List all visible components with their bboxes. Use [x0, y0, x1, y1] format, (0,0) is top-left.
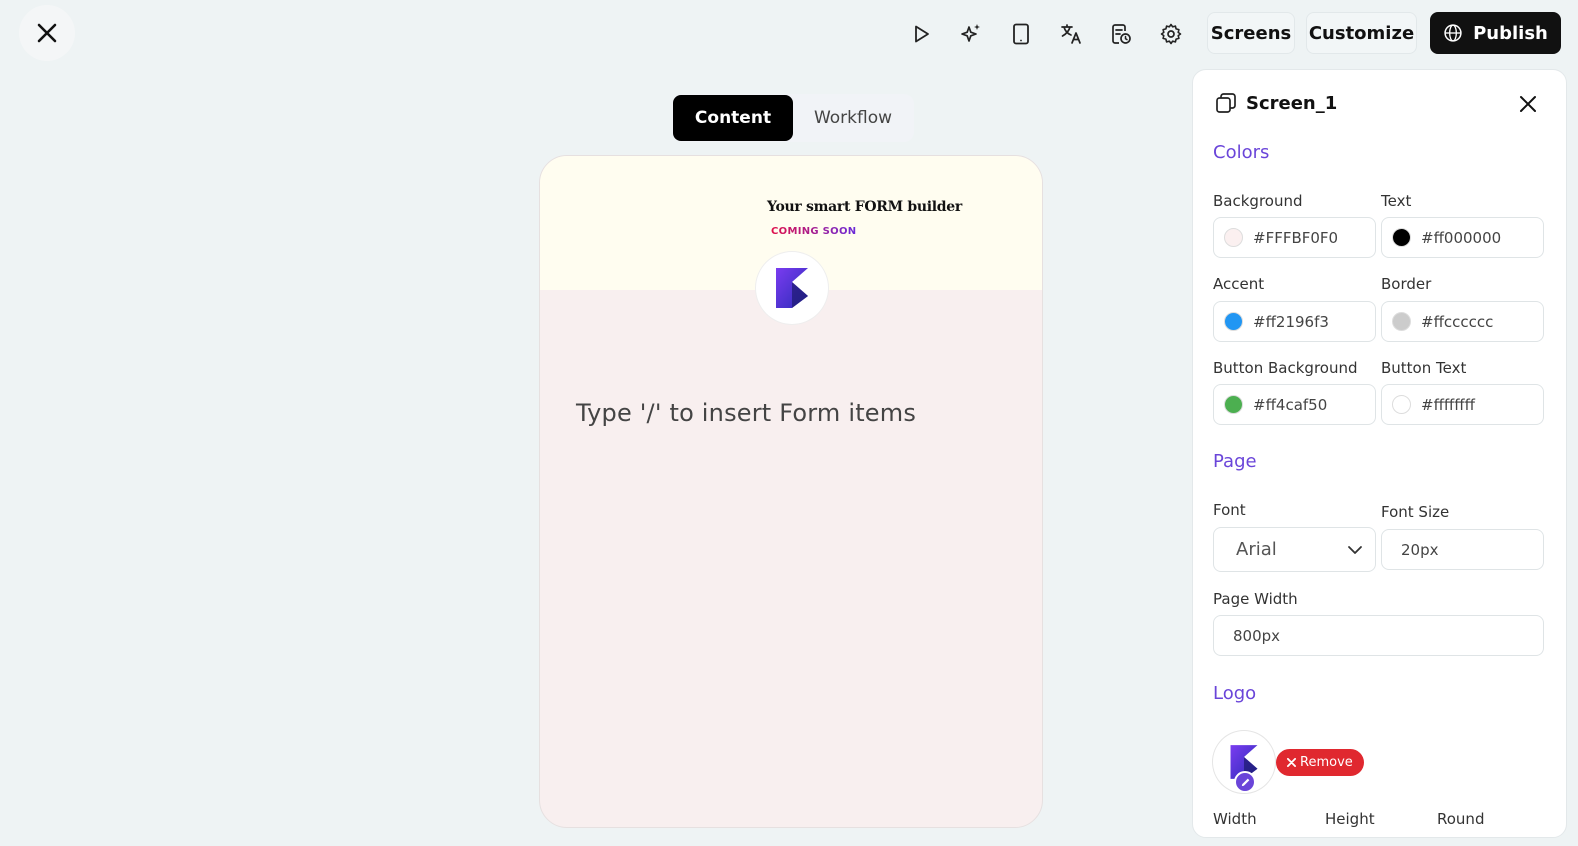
logo-section-title: Logo	[1213, 683, 1257, 704]
accent-label: Accent	[1213, 275, 1265, 293]
font-label: Font	[1213, 501, 1246, 519]
background-color-value: #FFFBF0F0	[1253, 228, 1339, 247]
border-color-value: #ffcccccc	[1421, 312, 1494, 331]
screens-button[interactable]: Screens	[1207, 12, 1295, 54]
history-icon	[1112, 24, 1131, 44]
close-icon	[1520, 96, 1536, 112]
settings-icon	[1160, 23, 1182, 45]
background-label: Background	[1213, 192, 1303, 210]
accent-swatch	[1224, 312, 1243, 331]
page-width-input[interactable]: 800px	[1213, 615, 1544, 656]
settings-button[interactable]	[1148, 14, 1194, 54]
panel-title: Screen_1	[1246, 92, 1338, 114]
background-swatch	[1224, 228, 1243, 247]
editor-tabs: Content Workflow	[672, 94, 914, 142]
button-text-label: Button Text	[1381, 359, 1467, 377]
page-section-title: Page	[1213, 451, 1257, 472]
text-swatch	[1392, 228, 1411, 247]
logo-round-label: Round	[1437, 810, 1485, 828]
ai-button[interactable]	[948, 14, 994, 54]
chevron-down-icon	[1348, 545, 1362, 554]
logo-width-label: Width	[1213, 810, 1257, 828]
font-select[interactable]: Arial	[1213, 527, 1376, 572]
edit-logo-button[interactable]	[1234, 771, 1256, 793]
background-color-field[interactable]: #FFFBF0F0	[1213, 217, 1376, 258]
header-title: Your smart FORM builder	[767, 199, 962, 215]
translate-button[interactable]	[1048, 14, 1094, 54]
history-button[interactable]	[1098, 14, 1144, 54]
play-icon	[915, 25, 929, 43]
button-text-color-field[interactable]: #ffffffff	[1381, 384, 1544, 425]
tab-content[interactable]: Content	[673, 95, 793, 141]
form-logo[interactable]	[756, 252, 828, 324]
customize-button[interactable]: Customize	[1306, 12, 1417, 54]
colors-section-title: Colors	[1213, 142, 1270, 163]
text-color-label: Text	[1381, 192, 1412, 210]
screens-icon	[1216, 93, 1236, 113]
button-text-color-value: #ffffffff	[1421, 395, 1475, 414]
globe-icon	[1444, 24, 1462, 42]
accent-color-value: #ff2196f3	[1253, 312, 1329, 331]
toolbar-icons	[898, 14, 1194, 54]
form-items-placeholder[interactable]: Type '/' to insert Form items	[576, 399, 916, 427]
header-subtitle: COMING SOON	[771, 226, 857, 237]
sparkles-icon	[961, 24, 980, 42]
font-size-input[interactable]: 20px	[1381, 529, 1544, 570]
button-background-color-field[interactable]: #ff4caf50	[1213, 384, 1376, 425]
font-select-value: Arial	[1236, 539, 1277, 560]
remove-logo-button[interactable]: Remove	[1276, 749, 1364, 776]
edit-icon	[1241, 778, 1249, 786]
button-background-color-value: #ff4caf50	[1253, 395, 1328, 414]
text-color-value: #ff000000	[1421, 228, 1502, 247]
device-button[interactable]	[998, 14, 1044, 54]
logo-height-label: Height	[1325, 810, 1375, 828]
preview-button[interactable]	[898, 14, 944, 54]
translate-icon	[1061, 24, 1081, 44]
panel-header: Screen_1	[1214, 91, 1337, 115]
text-color-field[interactable]: #ff000000	[1381, 217, 1544, 258]
border-color-field[interactable]: #ffcccccc	[1381, 301, 1544, 342]
close-icon	[37, 23, 57, 43]
close-editor-button[interactable]	[19, 5, 75, 61]
publish-label: Publish	[1473, 22, 1548, 44]
border-label: Border	[1381, 275, 1432, 293]
border-swatch	[1392, 312, 1411, 331]
remove-logo-label: Remove	[1300, 755, 1353, 770]
page-width-label: Page Width	[1213, 590, 1298, 608]
close-icon	[1287, 758, 1296, 767]
panel-close-button[interactable]	[1516, 92, 1540, 116]
form-preview: Your smart FORM builder COMING SOON Type…	[539, 155, 1043, 828]
brand-logo-icon	[776, 268, 808, 308]
tablet-icon	[1013, 23, 1029, 45]
button-background-label: Button Background	[1213, 359, 1358, 377]
accent-color-field[interactable]: #ff2196f3	[1213, 301, 1376, 342]
tab-workflow[interactable]: Workflow	[793, 95, 913, 141]
font-size-label: Font Size	[1381, 503, 1450, 521]
button-background-swatch	[1224, 395, 1243, 414]
publish-button[interactable]: Publish	[1430, 12, 1561, 54]
screen-settings-panel: Screen_1 Colors Background Text #FFFBF0F…	[1192, 69, 1567, 838]
button-text-swatch	[1392, 395, 1411, 414]
